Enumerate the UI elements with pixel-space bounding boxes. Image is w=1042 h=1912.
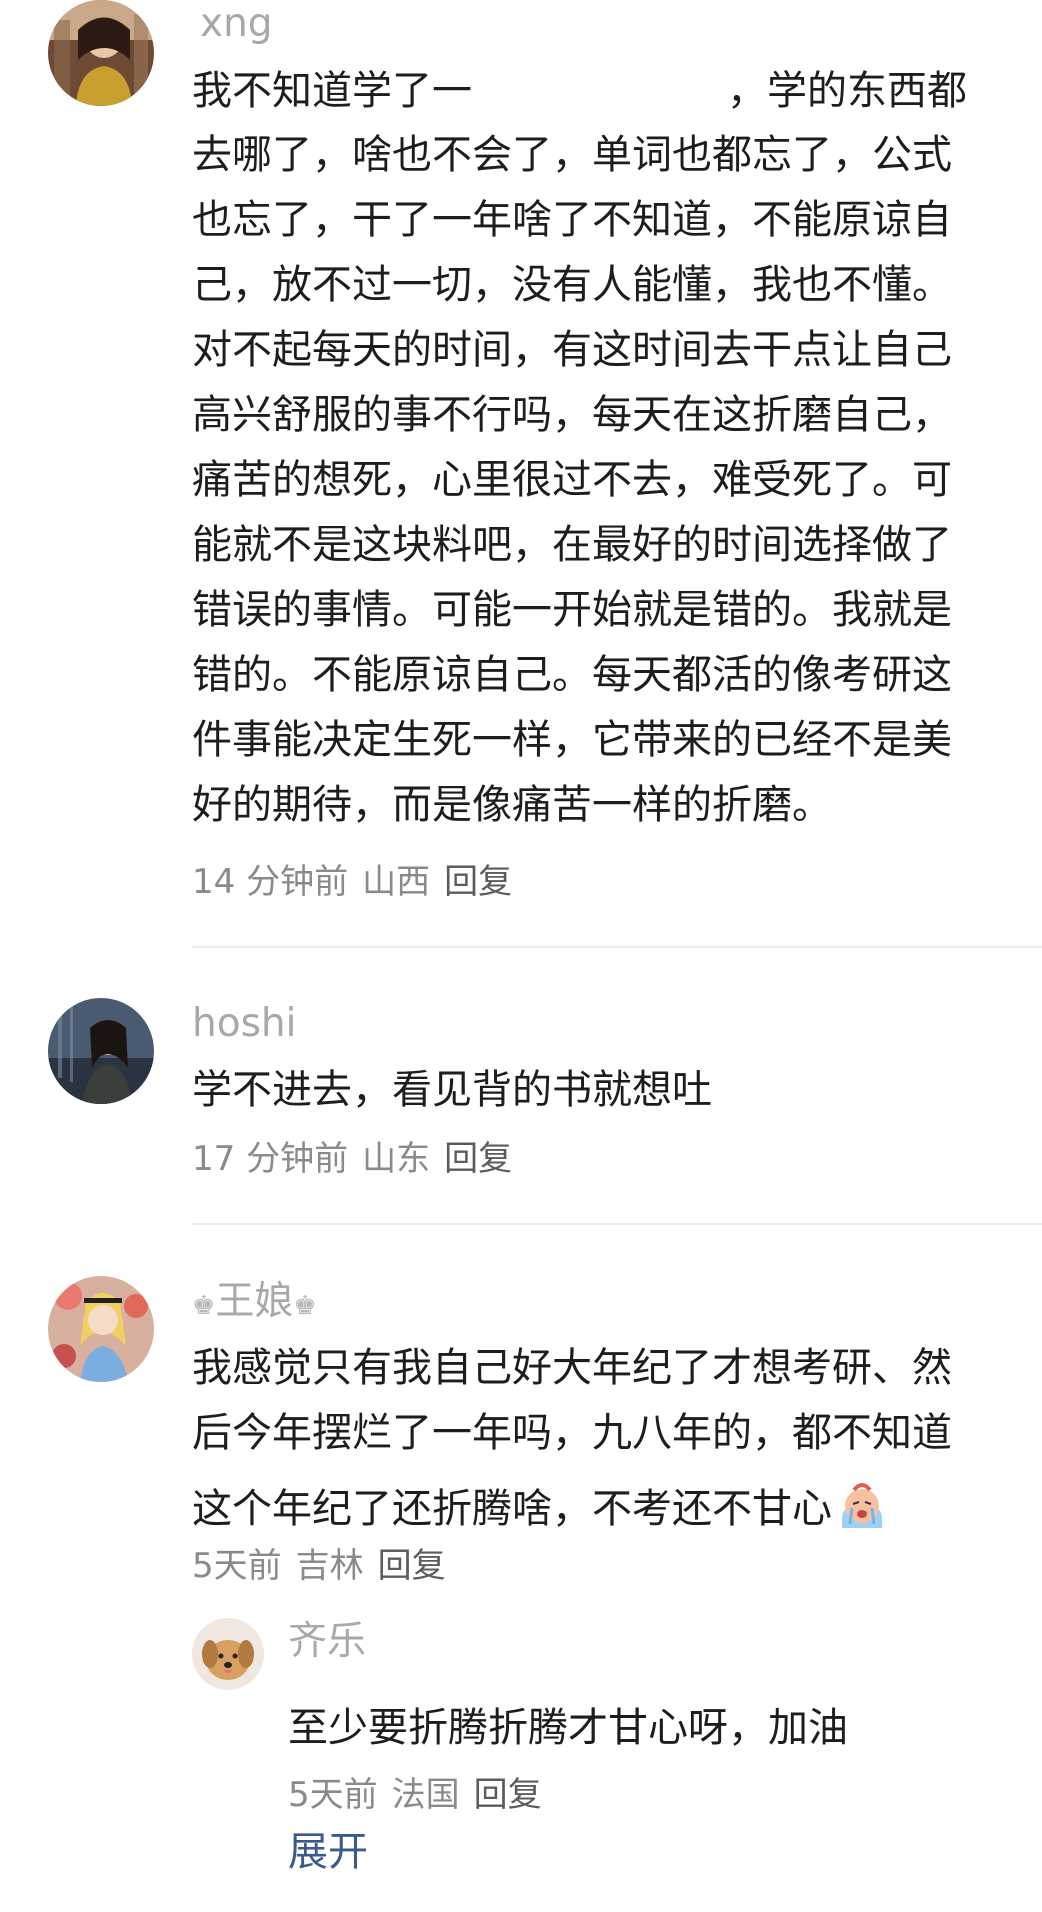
avatar[interactable] xyxy=(48,1276,154,1382)
divider xyxy=(192,946,1042,948)
comment-meta: 17 分钟前 山东 回复 xyxy=(192,1142,526,1176)
avatar-image-icon xyxy=(192,1618,264,1690)
comment-text-line: 能就不是这块料吧，在最好的时间选择做了 xyxy=(192,522,952,568)
divider xyxy=(192,1223,1042,1225)
comment-text-line: 件事能决定生死一样，它带来的已经不是美 xyxy=(192,717,952,763)
comment-text-line: 我感觉只有我自己好大年纪了才想考研、然 xyxy=(192,1345,952,1391)
comment-text-line: 对不起每天的时间，有这时间去干点让自己 xyxy=(192,327,952,373)
comment-text-line: 错的。不能原谅自己。每天都活的像考研这 xyxy=(192,652,952,698)
location: 吉林 xyxy=(295,1546,364,1586)
comment-text-line: 我不知道学了一 ，学的东西都 xyxy=(192,68,967,114)
expand-replies-link[interactable]: 展开 xyxy=(288,1832,368,1872)
comment-text-line: 至少要折腾折腾才甘心呀，加油 xyxy=(288,1705,848,1751)
avatar[interactable] xyxy=(192,1618,264,1690)
avatar-image-icon xyxy=(48,998,154,1104)
timestamp: 5天前 xyxy=(288,1775,378,1815)
timestamp: 5天前 xyxy=(192,1546,282,1586)
comment-text-line: 后今年摆烂了一年吗，九八年的，都不知道 xyxy=(192,1410,952,1456)
reply-button[interactable]: 回复 xyxy=(378,1546,446,1586)
comment-text-line: 己，放不过一切，没有人能懂，我也不懂。 xyxy=(192,262,952,308)
avatar[interactable] xyxy=(48,998,154,1104)
reply-button[interactable]: 回复 xyxy=(474,1775,542,1815)
redaction-block xyxy=(472,70,727,110)
reply-button[interactable]: 回复 xyxy=(444,1139,512,1179)
comment-meta: 14 分钟前 山西 回复 xyxy=(192,865,526,899)
location: 法国 xyxy=(391,1775,460,1815)
username[interactable]: hoshi xyxy=(192,1004,296,1043)
crown-icon: ♚ xyxy=(192,1291,216,1321)
location: 山东 xyxy=(362,1139,431,1179)
timestamp: 17 分钟前 xyxy=(192,1139,349,1179)
comment-text-line: 也忘了，干了一年啥了不知道，不能原谅自 xyxy=(192,197,952,243)
comment-text-line: 痛苦的想死，心里很过不去，难受死了。可 xyxy=(192,457,952,503)
comment-meta: 5天前 吉林 回复 xyxy=(192,1549,460,1583)
avatar-image-icon xyxy=(48,0,154,106)
avatar[interactable] xyxy=(48,0,154,106)
username[interactable]: xng xyxy=(200,4,273,43)
location: 山西 xyxy=(362,862,431,902)
comment-text-line: 去哪了，啥也不会了，单词也都忘了，公式 xyxy=(192,132,952,178)
comment-meta: 5天前 法国 回复 xyxy=(288,1778,556,1812)
crown-icon: ♚ xyxy=(293,1291,317,1321)
comment-text-line: 错误的事情。可能一开始就是错的。我就是 xyxy=(192,587,952,633)
comment-text-line: 好的期待，而是像痛苦一样的折磨。 xyxy=(192,782,832,828)
crying-face-icon xyxy=(834,1478,890,1534)
reply-button[interactable]: 回复 xyxy=(444,862,512,902)
username[interactable]: ♚王娘♚ xyxy=(192,1282,317,1321)
comment-text-line: 学不进去，看见背的书就想吐 xyxy=(192,1067,712,1113)
comment-text-line: 高兴舒服的事不行吗，每天在这折磨自己， xyxy=(192,392,952,438)
comment-text-line: 这个年纪了还折腾啥，不考还不甘心 xyxy=(192,1478,890,1534)
avatar-image-icon xyxy=(48,1276,154,1382)
username[interactable]: 齐乐 xyxy=(288,1622,366,1661)
timestamp: 14 分钟前 xyxy=(192,862,349,902)
